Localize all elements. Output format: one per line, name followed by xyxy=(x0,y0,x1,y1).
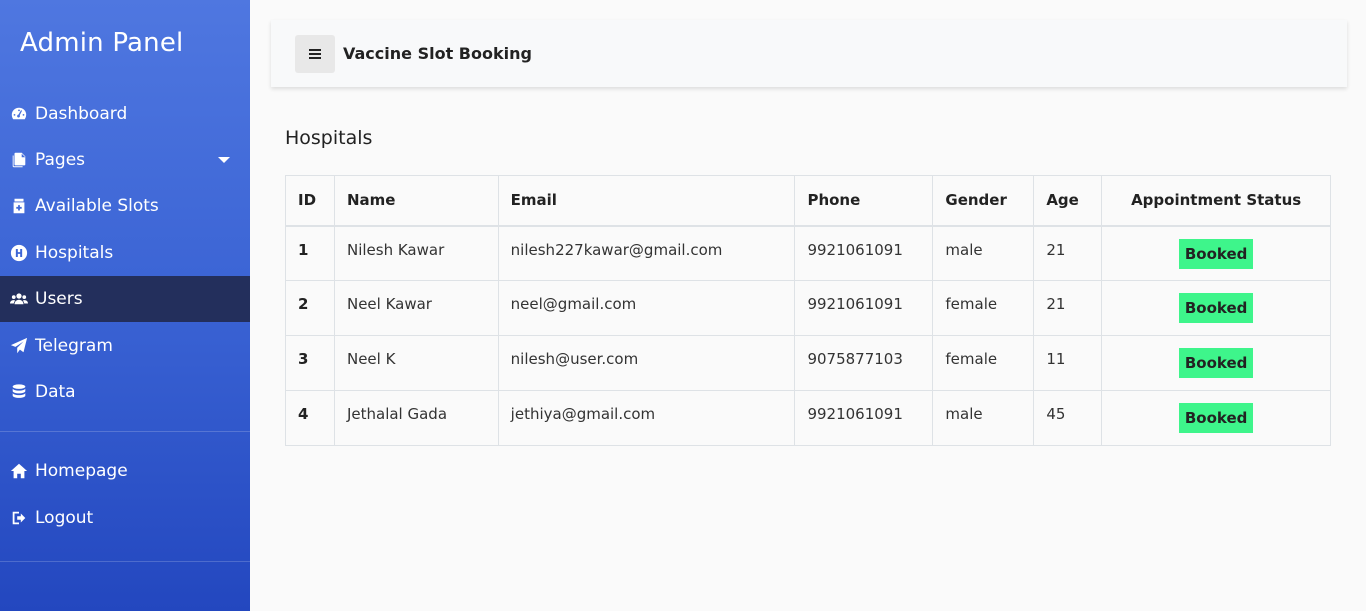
status-badge: Booked xyxy=(1178,293,1254,323)
cell-name: Neel Kawar xyxy=(333,280,499,336)
sidebar-item-users[interactable]: Users xyxy=(0,276,250,322)
users-icon xyxy=(10,290,32,308)
telegram-icon xyxy=(10,337,32,355)
sidebar-item-label: Telegram xyxy=(35,336,113,356)
sidebar-item-pages[interactable]: Pages xyxy=(0,137,250,183)
column-header: Age xyxy=(1033,175,1103,227)
cell-email: nilesh227kawar@gmail.com xyxy=(497,225,796,281)
sidebar-item-label: Pages xyxy=(35,150,86,170)
table-row: 1 Nilesh Kawar nilesh227kawar@gmail.com … xyxy=(285,225,1331,281)
home-icon xyxy=(10,462,32,480)
cell-phone: 9075877103 xyxy=(794,335,934,391)
page-title: Vaccine Slot Booking xyxy=(343,44,532,63)
hospital-icon xyxy=(10,244,32,262)
chevron-down-icon xyxy=(218,157,230,163)
cell-phone: 9921061091 xyxy=(794,390,934,446)
column-header: ID xyxy=(285,175,335,227)
cell-id: 2 xyxy=(285,280,335,336)
cell-status: Booked xyxy=(1101,335,1331,391)
cell-age: 21 xyxy=(1033,225,1103,281)
cell-status: Booked xyxy=(1101,280,1331,336)
sidebar-toggle-button[interactable] xyxy=(295,34,335,73)
cell-phone: 9921061091 xyxy=(794,280,934,336)
sidebar-divider xyxy=(0,431,250,432)
sidebar-item-label: Dashboard xyxy=(35,104,128,124)
cell-name: Neel K xyxy=(333,335,499,391)
slots-icon xyxy=(10,197,32,215)
column-header: Phone xyxy=(794,175,934,227)
sidebar-item-dashboard[interactable]: Dashboard xyxy=(0,91,250,137)
sidebar: Admin Panel Dashboard Pages Available Sl… xyxy=(0,0,250,611)
cell-email: jethiya@gmail.com xyxy=(497,390,796,446)
column-header: Email xyxy=(497,175,796,227)
cell-status: Booked xyxy=(1101,390,1331,446)
database-icon xyxy=(10,383,32,401)
cell-name: Jethalal Gada xyxy=(333,390,499,446)
cell-id: 4 xyxy=(285,390,335,446)
cell-status: Booked xyxy=(1101,225,1331,281)
cell-gender: female xyxy=(932,280,1035,336)
sidebar-item-logout[interactable]: Logout xyxy=(0,495,250,541)
cell-email: neel@gmail.com xyxy=(497,280,796,336)
logout-icon xyxy=(10,509,32,527)
column-header: Name xyxy=(333,175,499,227)
sidebar-item-label: Hospitals xyxy=(35,243,114,263)
sidebar-item-label: Available Slots xyxy=(35,196,159,216)
cell-phone: 9921061091 xyxy=(794,225,934,281)
section-title: Hospitals xyxy=(285,127,373,149)
cell-age: 21 xyxy=(1033,280,1103,336)
dashboard-icon xyxy=(10,105,32,123)
cell-name: Nilesh Kawar xyxy=(333,225,499,281)
sidebar-item-label: Logout xyxy=(35,508,94,528)
sidebar-brand-title: Admin Panel xyxy=(20,28,184,58)
column-header: Gender xyxy=(932,175,1035,227)
status-badge: Booked xyxy=(1178,403,1254,433)
hamburger-icon xyxy=(309,48,321,59)
cell-age: 45 xyxy=(1033,390,1103,446)
cell-gender: male xyxy=(932,225,1035,281)
sidebar-item-telegram[interactable]: Telegram xyxy=(0,323,250,369)
cell-id: 3 xyxy=(285,335,335,391)
cell-email: nilesh@user.com xyxy=(497,335,796,391)
status-badge: Booked xyxy=(1178,348,1254,378)
table-row: 4 Jethalal Gada jethiya@gmail.com 992106… xyxy=(285,390,1331,446)
sidebar-item-hospitals[interactable]: Hospitals xyxy=(0,230,250,276)
sidebar-item-label: Data xyxy=(35,382,76,402)
cell-id: 1 xyxy=(285,225,335,281)
users-table: ID Name Email Phone Gender Age Appointme… xyxy=(285,175,1331,446)
cell-age: 11 xyxy=(1033,335,1103,391)
sidebar-item-label: Users xyxy=(35,289,83,309)
sidebar-item-data[interactable]: Data xyxy=(0,369,250,415)
cell-gender: male xyxy=(932,390,1035,446)
topbar: Vaccine Slot Booking xyxy=(271,20,1347,87)
sidebar-item-homepage[interactable]: Homepage xyxy=(0,448,250,494)
status-badge: Booked xyxy=(1178,238,1254,269)
sidebar-item-available-slots[interactable]: Available Slots xyxy=(0,183,250,229)
table-row: 2 Neel Kawar neel@gmail.com 9921061091 f… xyxy=(285,280,1331,336)
column-header: Appointment Status xyxy=(1101,175,1331,227)
sidebar-item-label: Homepage xyxy=(35,461,128,481)
table-row: 3 Neel K nilesh@user.com 9075877103 fema… xyxy=(285,335,1331,391)
pages-icon xyxy=(10,151,32,169)
sidebar-divider xyxy=(0,561,250,562)
table-header-row: ID Name Email Phone Gender Age Appointme… xyxy=(285,175,1331,227)
cell-gender: female xyxy=(932,335,1035,391)
